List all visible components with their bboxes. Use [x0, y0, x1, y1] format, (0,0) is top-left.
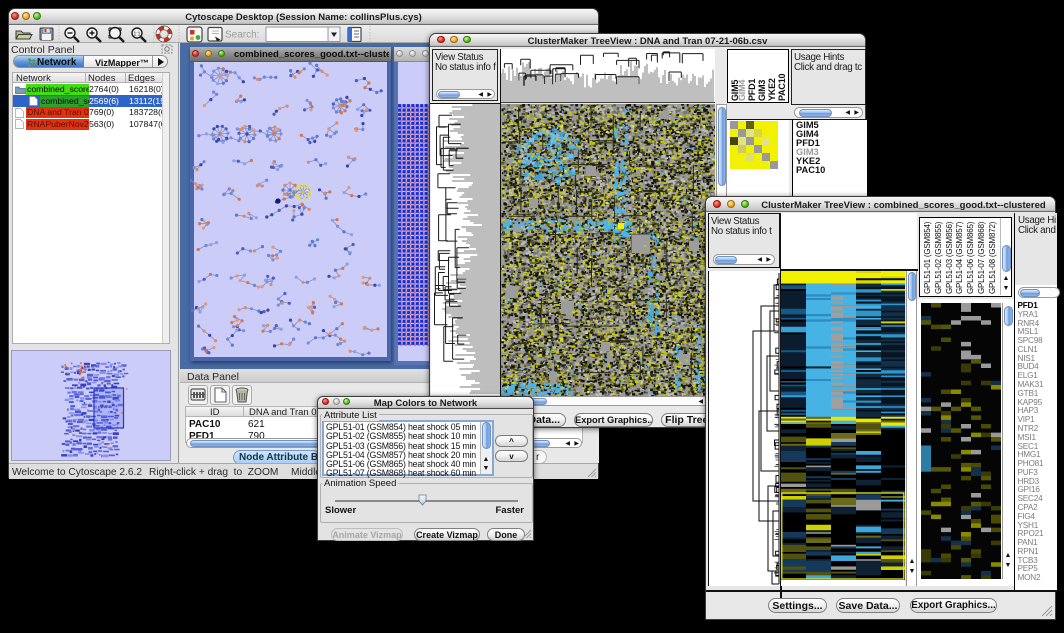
svg-text:1:1: 1:1	[134, 32, 141, 38]
svg-text:Search:: Search:	[225, 30, 259, 41]
